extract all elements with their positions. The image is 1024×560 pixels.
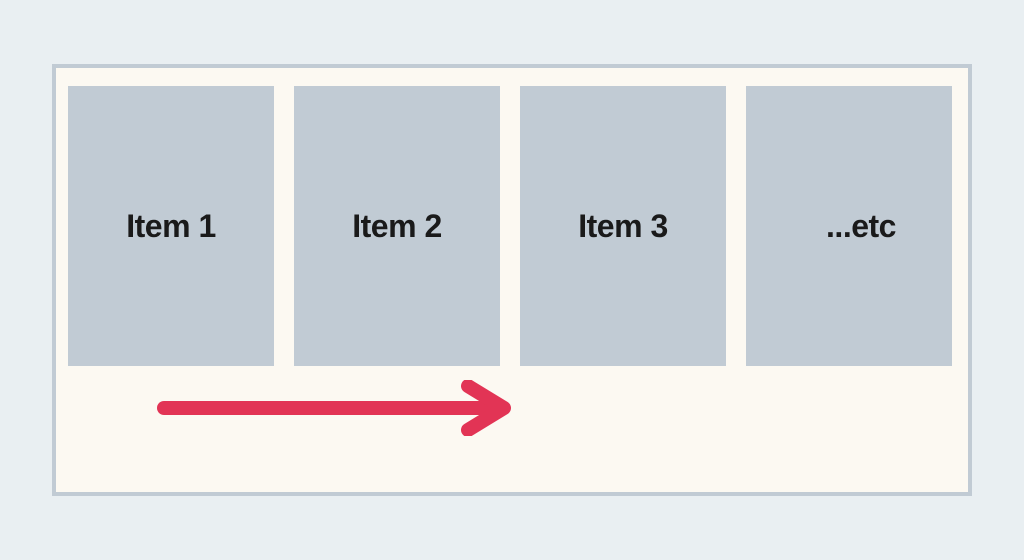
list-item: ...etc [746, 86, 952, 366]
overflow-container: Item 1 Item 2 Item 3 ...etc [52, 64, 972, 496]
item-label: ...etc [802, 208, 896, 245]
item-label: Item 3 [578, 208, 667, 245]
scroll-direction-arrow-icon [156, 380, 516, 436]
list-item: Item 3 [520, 86, 726, 366]
list-item: Item 2 [294, 86, 500, 366]
item-label: Item 1 [126, 208, 215, 245]
list-item: Item 1 [68, 86, 274, 366]
item-label: Item 2 [352, 208, 441, 245]
items-row: Item 1 Item 2 Item 3 ...etc [56, 68, 968, 366]
